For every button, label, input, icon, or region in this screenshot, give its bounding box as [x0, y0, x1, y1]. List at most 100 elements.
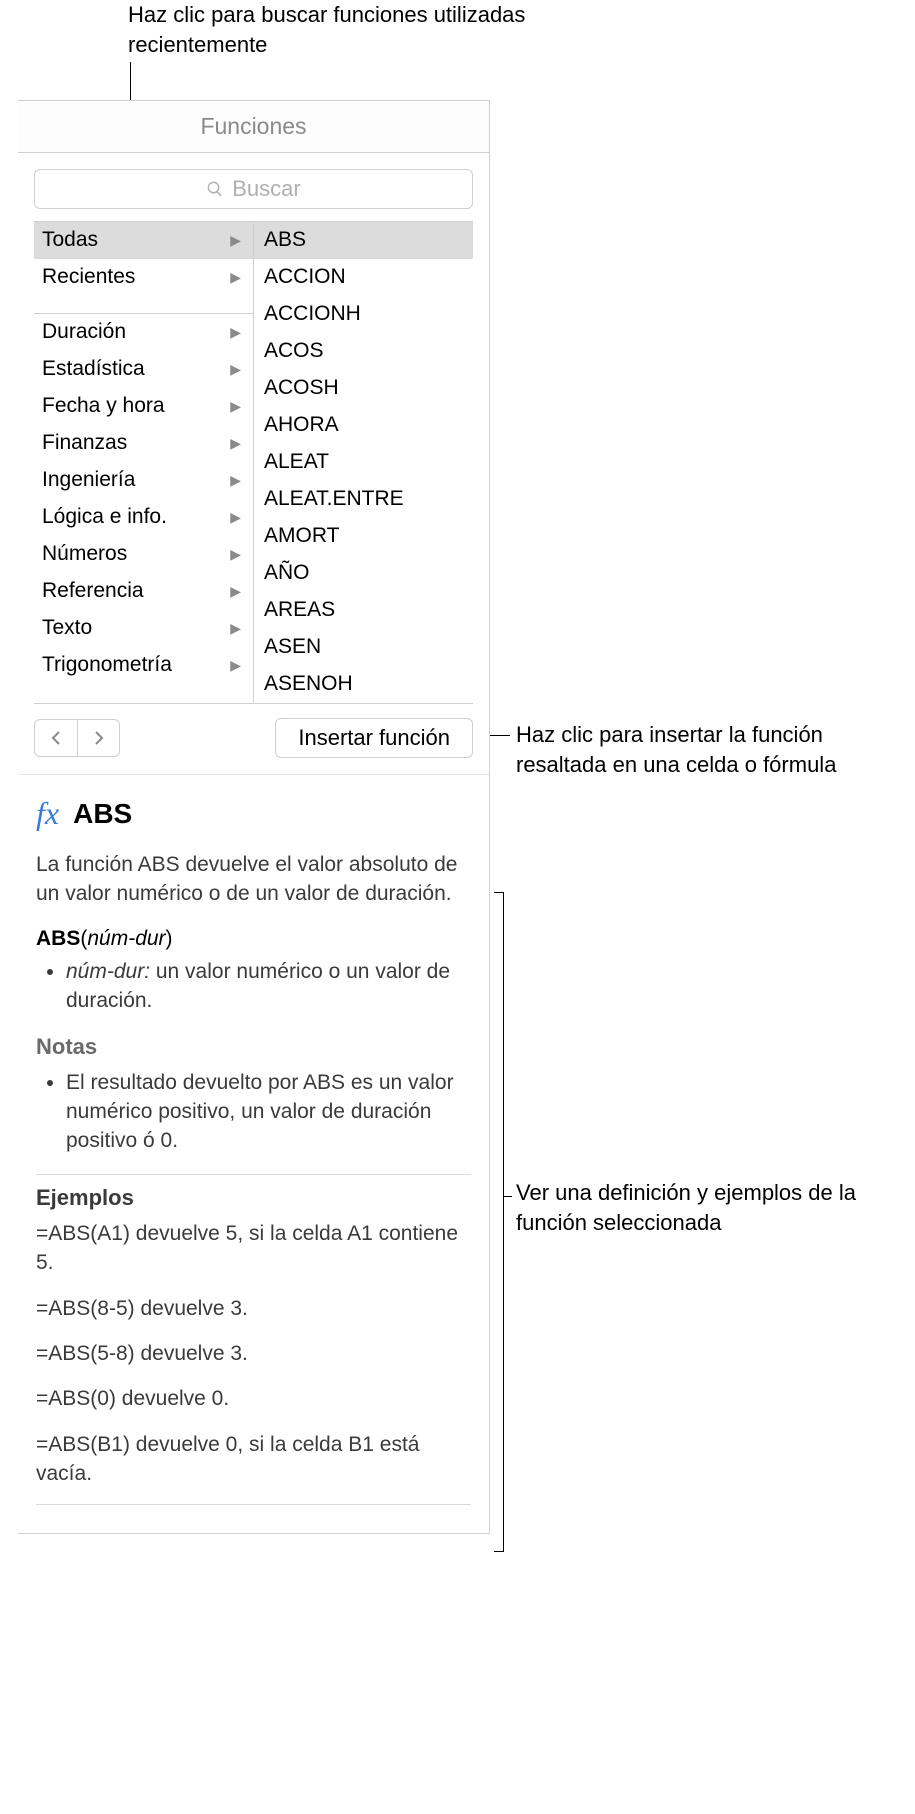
function-item[interactable]: AÑO	[254, 555, 473, 592]
category-label: Trigonometría	[42, 653, 172, 677]
nav-forward-button[interactable]	[77, 720, 119, 756]
search-wrap: Buscar	[18, 153, 489, 221]
examples-heading: Ejemplos	[36, 1185, 471, 1211]
function-label: AMORT	[264, 524, 339, 548]
example-item: =ABS(A1) devuelve 5, si la celda A1 cont…	[36, 1219, 471, 1278]
chevron-right-icon: ▶	[230, 361, 245, 378]
function-item[interactable]: ALEAT.ENTRE	[254, 481, 473, 518]
function-item[interactable]: AREAS	[254, 592, 473, 629]
parameter-list: núm-dur: un valor numérico o un valor de…	[36, 957, 471, 1016]
function-item[interactable]: AMORT	[254, 518, 473, 555]
actions-row: Insertar función	[18, 704, 489, 774]
function-item[interactable]: ASENOH	[254, 666, 473, 703]
category-item[interactable]: Texto▶	[34, 610, 253, 647]
category-label: Ingeniería	[42, 468, 135, 492]
category-item[interactable]: Lógica e info.▶	[34, 499, 253, 536]
category-label: Finanzas	[42, 431, 127, 455]
function-item[interactable]: ABS	[254, 222, 473, 259]
chevron-right-icon: ▶	[230, 324, 245, 341]
category-item[interactable]: Trigonometría ▶	[34, 647, 253, 684]
category-item[interactable]: Estadística ▶	[34, 351, 253, 388]
function-item[interactable]: ACCION	[254, 259, 473, 296]
category-item[interactable]: Finanzas ▶	[34, 425, 253, 462]
function-item[interactable]: ACCIONH	[254, 296, 473, 333]
function-item[interactable]: ACOSH	[254, 370, 473, 407]
function-label: ACCIONH	[264, 302, 361, 326]
examples-list: =ABS(A1) devuelve 5, si la celda A1 cont…	[36, 1219, 471, 1489]
category-label: Recientes	[42, 265, 135, 289]
category-label: Referencia	[42, 579, 144, 603]
chevron-right-icon: ▶	[230, 269, 245, 286]
category-label: Duración	[42, 320, 126, 344]
example-item: =ABS(0) devuelve 0.	[36, 1384, 471, 1413]
callout-detail: Ver una definición y ejemplos de la func…	[516, 1178, 896, 1237]
notes-heading: Notas	[36, 1034, 471, 1060]
category-column: Todas▶Recientes▶Duración▶Estadística▶Fec…	[34, 222, 254, 703]
category-label: Fecha y hora	[42, 394, 165, 418]
function-label: AREAS	[264, 598, 335, 622]
note-item: El resultado devuelto por ABS es un valo…	[66, 1068, 471, 1156]
function-label: AHORA	[264, 413, 339, 437]
category-label: Estadística	[42, 357, 145, 381]
chevron-right-icon: ▶	[230, 398, 245, 415]
fx-icon: fx	[36, 795, 59, 832]
example-item: =ABS(B1) devuelve 0, si la celda B1 está…	[36, 1430, 471, 1489]
nav-back-button[interactable]	[35, 720, 77, 756]
callout-recent: Haz clic para buscar funciones utilizada…	[128, 0, 538, 59]
chevron-right-icon: ▶	[230, 546, 245, 563]
divider	[36, 1174, 471, 1175]
param-name: núm-dur:	[66, 960, 150, 983]
function-browser: Todas▶Recientes▶Duración▶Estadística▶Fec…	[34, 221, 473, 704]
chevron-right-icon: ▶	[230, 435, 245, 452]
category-label: Todas	[42, 228, 98, 252]
function-detail: fx ABS La función ABS devuelve el valor …	[18, 774, 489, 1533]
search-placeholder: Buscar	[232, 176, 300, 202]
category-item[interactable]: Fecha y hora ▶	[34, 388, 253, 425]
category-item[interactable]: Números ▶	[34, 536, 253, 573]
function-label: ASEN	[264, 635, 321, 659]
notes-list: El resultado devuelto por ABS es un valo…	[36, 1068, 471, 1156]
search-icon	[206, 180, 224, 198]
category-item[interactable]: Ingeniería ▶	[34, 462, 253, 499]
function-item[interactable]: AHORA	[254, 407, 473, 444]
example-item: =ABS(8-5) devuelve 3.	[36, 1294, 471, 1323]
divider-bottom	[36, 1504, 471, 1505]
insert-function-button[interactable]: Insertar función	[275, 718, 473, 758]
category-spacer	[34, 296, 253, 314]
nav-history	[34, 719, 120, 757]
function-label: ACCION	[264, 265, 346, 289]
chevron-right-icon: ▶	[230, 657, 245, 674]
function-label: ACOS	[264, 339, 324, 363]
search-input[interactable]: Buscar	[34, 169, 473, 209]
functions-panel: Funciones Buscar Todas▶Recientes▶Duració…	[18, 100, 490, 1534]
chevron-right-icon	[93, 731, 105, 745]
function-description: La función ABS devuelve el valor absolut…	[36, 850, 471, 909]
parameter-item: núm-dur: un valor numérico o un valor de…	[66, 957, 471, 1016]
function-label: ALEAT	[264, 450, 329, 474]
category-label: Texto	[42, 616, 92, 640]
function-item[interactable]: ALEAT	[254, 444, 473, 481]
function-label: AÑO	[264, 561, 310, 585]
category-label: Lógica e info.	[42, 505, 167, 529]
function-name: ABS	[73, 798, 132, 830]
function-item[interactable]: ASEN	[254, 629, 473, 666]
callout-insert: Haz clic para insertar la función resalt…	[516, 720, 876, 779]
syntax-fn: ABS	[36, 927, 80, 950]
panel-title: Funciones	[18, 101, 489, 153]
function-label: ALEAT.ENTRE	[264, 487, 404, 511]
chevron-left-icon	[50, 731, 62, 745]
function-item[interactable]: ACOS	[254, 333, 473, 370]
category-item[interactable]: Duración ▶	[34, 314, 253, 351]
chevron-right-icon: ▶	[230, 472, 245, 489]
example-item: =ABS(5-8) devuelve 3.	[36, 1339, 471, 1368]
category-item[interactable]: Recientes ▶	[34, 259, 253, 296]
function-syntax: ABS(núm-dur)	[36, 927, 471, 951]
function-column: ABS ACCION ACCIONH ACOS ACOSH AHORA ALEAT ALEAT…	[254, 222, 473, 703]
callout-bracket-detail	[494, 892, 504, 1552]
category-label: Números	[42, 542, 127, 566]
callout-line-detail	[504, 1196, 512, 1197]
chevron-right-icon: ▶	[230, 232, 245, 249]
category-item[interactable]: Referencia ▶	[34, 573, 253, 610]
category-item[interactable]: Todas ▶	[34, 222, 253, 259]
chevron-right-icon: ▶	[230, 583, 245, 600]
